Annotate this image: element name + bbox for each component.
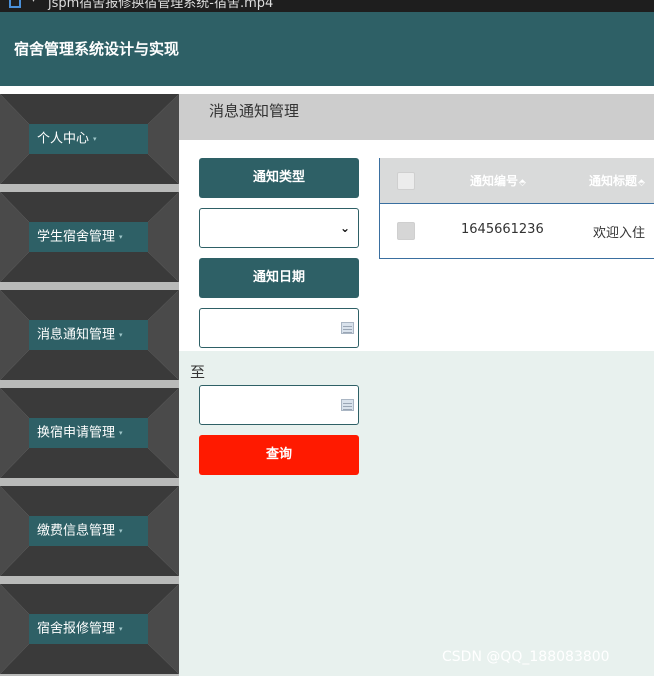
- dropdown-arrow-icon[interactable]: ▾: [31, 0, 36, 5]
- sidebar-item-payments[interactable]: 缴费信息管理 ▾: [0, 486, 179, 576]
- window-icon: [9, 0, 21, 8]
- sidebar-item-label: 宿舍报修管理 ▾: [29, 614, 148, 644]
- row-checkbox[interactable]: [397, 222, 415, 240]
- notice-date-button[interactable]: 通知日期: [199, 258, 359, 298]
- date-from-input[interactable]: [199, 308, 359, 348]
- cell-notice-id: 1645661236: [461, 222, 544, 237]
- calendar-icon[interactable]: [341, 399, 354, 411]
- app-header: 宿舍管理系统设计与实现: [0, 12, 654, 86]
- sidebar-item-dorm-change[interactable]: 换宿申请管理 ▾: [0, 388, 179, 478]
- sidebar-item-student-dorm[interactable]: 学生宿舍管理 ▾: [0, 192, 179, 282]
- sidebar-item-label: 换宿申请管理 ▾: [29, 418, 148, 448]
- select-all-checkbox[interactable]: [397, 172, 415, 190]
- caret-down-icon: ▾: [119, 527, 123, 535]
- column-header-id[interactable]: 通知编号⬘: [470, 172, 526, 189]
- sort-icon[interactable]: ⬘: [519, 178, 526, 188]
- sort-icon[interactable]: ⬘: [638, 178, 645, 188]
- sidebar-item-label: 学生宿舍管理 ▾: [29, 222, 148, 252]
- video-title: jspm宿舍报修换宿管理系统-宿舍.mp4: [48, 0, 274, 11]
- sidebar: 个人中心 ▾ 学生宿舍管理 ▾ 消息通知管理 ▾ 换宿申请管理 ▾ 缴费信息管理 ▾ 宿舍…: [0, 94, 179, 676]
- search-button[interactable]: 查询: [199, 435, 359, 475]
- table-header: 通知编号⬘ 通知标题⬘: [380, 158, 654, 203]
- watermark: CSDN @QQ_188083800: [442, 649, 610, 665]
- caret-down-icon: ▾: [93, 135, 97, 143]
- table-row[interactable]: 1645661236 欢迎入住: [380, 203, 654, 258]
- app-title: 宿舍管理系统设计与实现: [14, 40, 180, 58]
- caret-down-icon: ▾: [119, 331, 123, 339]
- sidebar-item-label: 缴费信息管理 ▾: [29, 516, 148, 546]
- column-header-title[interactable]: 通知标题⬘: [589, 172, 645, 189]
- caret-down-icon: ▾: [119, 429, 123, 437]
- sidebar-item-repairs[interactable]: 宿舍报修管理 ▾: [0, 584, 179, 674]
- sidebar-item-label: 个人中心 ▾: [29, 124, 148, 154]
- content-header: 消息通知管理: [179, 94, 654, 140]
- notice-table: 通知编号⬘ 通知标题⬘ 1645661236 欢迎入住: [379, 158, 654, 259]
- sidebar-item-personal-center[interactable]: 个人中心 ▾: [0, 94, 179, 184]
- date-range-to-label: 至: [190, 363, 206, 381]
- chevron-down-icon: ⌄: [339, 221, 350, 235]
- caret-down-icon: ▾: [119, 233, 123, 241]
- notice-type-select[interactable]: ⌄: [199, 208, 359, 248]
- caret-down-icon: ▾: [119, 625, 123, 633]
- sidebar-item-notices[interactable]: 消息通知管理 ▾: [0, 290, 179, 380]
- cell-notice-title: 欢迎入住: [593, 226, 646, 241]
- notice-type-button[interactable]: 通知类型: [199, 158, 359, 198]
- sidebar-item-label: 消息通知管理 ▾: [29, 320, 148, 350]
- calendar-icon[interactable]: [341, 322, 354, 334]
- page-title: 消息通知管理: [209, 102, 300, 120]
- header-divider: [0, 86, 654, 94]
- date-to-input[interactable]: [199, 385, 359, 425]
- video-title-bar: ▾ jspm宿舍报修换宿管理系统-宿舍.mp4: [0, 0, 654, 12]
